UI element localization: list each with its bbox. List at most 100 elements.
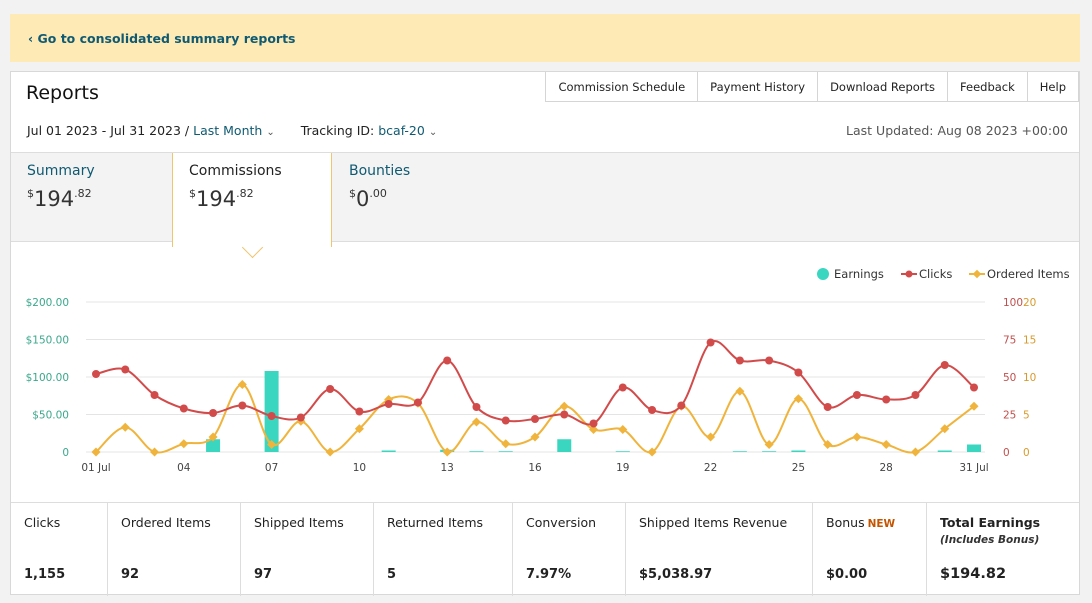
x-tick-label: 16	[528, 462, 542, 474]
ordered-items-point	[325, 447, 335, 457]
stat-value: $194.82	[940, 566, 1007, 582]
stat-value: $0.00	[826, 567, 868, 582]
x-tick-label: 13	[441, 462, 454, 474]
tab-commissions-label: Commissions	[189, 163, 282, 179]
stat-value: 92	[121, 567, 140, 582]
last-updated: Last Updated: Aug 08 2023 +00:00	[846, 123, 1068, 138]
stat-label: Total Earnings	[940, 515, 1041, 530]
clicks-point	[648, 406, 657, 414]
period-dropdown[interactable]: Last Month ⌄	[193, 123, 275, 138]
help-button[interactable]: Help	[1026, 72, 1079, 102]
y-left-tick-label: $50.00	[32, 410, 69, 422]
y-left-tick-label: $100.00	[26, 372, 69, 384]
earnings-bar	[791, 450, 806, 452]
y-ordered-tick-label: 5	[1023, 410, 1030, 422]
download-reports-button[interactable]: Download Reports	[817, 72, 949, 102]
earnings-bar	[381, 450, 396, 452]
stat-conversion: Conversion 7.97%	[513, 503, 626, 596]
legend-clicks-label: Clicks	[919, 267, 952, 281]
clicks-point	[121, 365, 130, 374]
clicks-point	[238, 401, 247, 410]
consolidated-summary-link[interactable]: ‹ Go to consolidated summary reports	[28, 31, 296, 46]
commission-schedule-button[interactable]: Commission Schedule	[545, 72, 699, 102]
tab-summary[interactable]: Summary $194.82	[11, 153, 171, 243]
clicks-point	[92, 370, 100, 378]
x-tick-label: 28	[880, 462, 893, 474]
payment-history-button[interactable]: Payment History	[697, 72, 819, 102]
ordered-items-point	[881, 439, 891, 450]
stat-value: 7.97%	[526, 567, 572, 582]
clicks-point	[209, 409, 218, 417]
legend-earnings-label: Earnings	[834, 267, 884, 281]
earnings-bar	[762, 451, 777, 452]
y-ordered-tick-label: 0	[1023, 447, 1030, 459]
report-tabs: Summary $194.82 Commissions $194.82 Boun…	[11, 152, 1079, 247]
ordered-items-point	[120, 422, 130, 432]
stat-label: Clicks	[24, 515, 61, 530]
date-range: Jul 01 2023 - Jul 31 2023 /	[27, 123, 190, 138]
top-nav: Commission Schedule Payment History Down…	[545, 72, 1079, 102]
chevron-down-icon: ⌄	[266, 127, 275, 138]
stat-label: Conversion	[526, 515, 597, 530]
ordered-items-point	[179, 439, 189, 449]
earnings-bar	[615, 451, 630, 452]
tab-commissions[interactable]: Commissions $194.82	[172, 153, 332, 247]
y-left-tick-label: $200.00	[26, 297, 69, 309]
clicks-point	[413, 398, 422, 407]
chart-svg: $200.00 100 20$150.00 75 15$100.00 50 10$50.00…	[26, 267, 1070, 474]
tracking-id-dropdown[interactable]: bcaf-20 ⌄	[378, 123, 437, 138]
stats-row: Clicks 1,155 Ordered Items 92 Shipped It…	[11, 502, 1079, 596]
stat-value: 1,155	[24, 567, 66, 582]
earnings-chart: $200.00 100 20 $150.00 75 15 $100.00 50 10 $50.00…	[11, 244, 1079, 502]
earnings-bar	[498, 451, 513, 452]
stat-total-earnings: Total Earnings (Includes Bonus) $194.82	[927, 503, 1079, 596]
clicks-point	[706, 338, 715, 347]
tab-summary-label: Summary	[27, 163, 95, 179]
clicks-point	[735, 356, 744, 365]
y-ordered-tick-label: 10	[1023, 372, 1036, 384]
legend-clicks-marker	[905, 270, 913, 278]
tab-bounties-amount: $0.00	[349, 187, 387, 211]
feedback-button[interactable]: Feedback	[947, 72, 1028, 102]
stat-value: $5,038.97	[639, 567, 713, 582]
clicks-point	[823, 403, 832, 411]
x-tick-label: 01 Jul	[81, 462, 110, 474]
y-ordered-tick-label: 20	[1023, 297, 1036, 309]
page-title: Reports	[26, 82, 99, 104]
y-clicks-tick-label: 75	[1003, 335, 1016, 347]
clicks-point	[472, 403, 481, 411]
clicks-point	[677, 401, 686, 410]
stat-value: 97	[254, 567, 273, 582]
clicks-point	[852, 391, 861, 399]
y-clicks-tick-label: 100	[1003, 297, 1023, 309]
ordered-items-point	[559, 401, 569, 411]
stat-label: Shipped Items Revenue	[639, 515, 788, 530]
tab-bounties[interactable]: Bounties $0.00	[333, 153, 493, 243]
reports-card: Reports Commission Schedule Payment Hist…	[10, 71, 1080, 596]
y-ordered-tick-label: 15	[1023, 335, 1036, 347]
consolidated-banner: ‹ Go to consolidated summary reports	[10, 14, 1080, 62]
x-tick-label: 10	[353, 462, 366, 474]
clicks-point	[940, 361, 949, 369]
stat-ordered-items: Ordered Items 92	[108, 503, 241, 596]
clicks-point	[150, 391, 159, 399]
x-tick-label: 04	[177, 462, 191, 474]
clicks-point	[589, 419, 598, 428]
earnings-bar	[732, 451, 747, 452]
x-tick-label: 25	[792, 462, 805, 474]
stat-shipped-items: Shipped Items 97	[241, 503, 374, 596]
x-tick-label: 22	[704, 462, 717, 474]
earnings-bar	[469, 451, 484, 452]
tab-summary-amount: $194.82	[27, 187, 92, 211]
x-tick-label: 19	[616, 462, 629, 474]
ordered-items-point	[852, 432, 862, 442]
stat-returned-items: Returned Items 5	[374, 503, 513, 596]
tracking-label: Tracking ID:	[300, 123, 375, 138]
clicks-point	[911, 391, 920, 399]
new-badge: NEW	[867, 518, 896, 530]
y-clicks-tick-label: 0	[1003, 447, 1010, 459]
stat-sublabel: (Includes Bonus)	[940, 534, 1040, 546]
clicks-point	[355, 407, 364, 416]
clicks-point	[794, 368, 803, 377]
y-clicks-tick-label: 25	[1003, 410, 1016, 422]
